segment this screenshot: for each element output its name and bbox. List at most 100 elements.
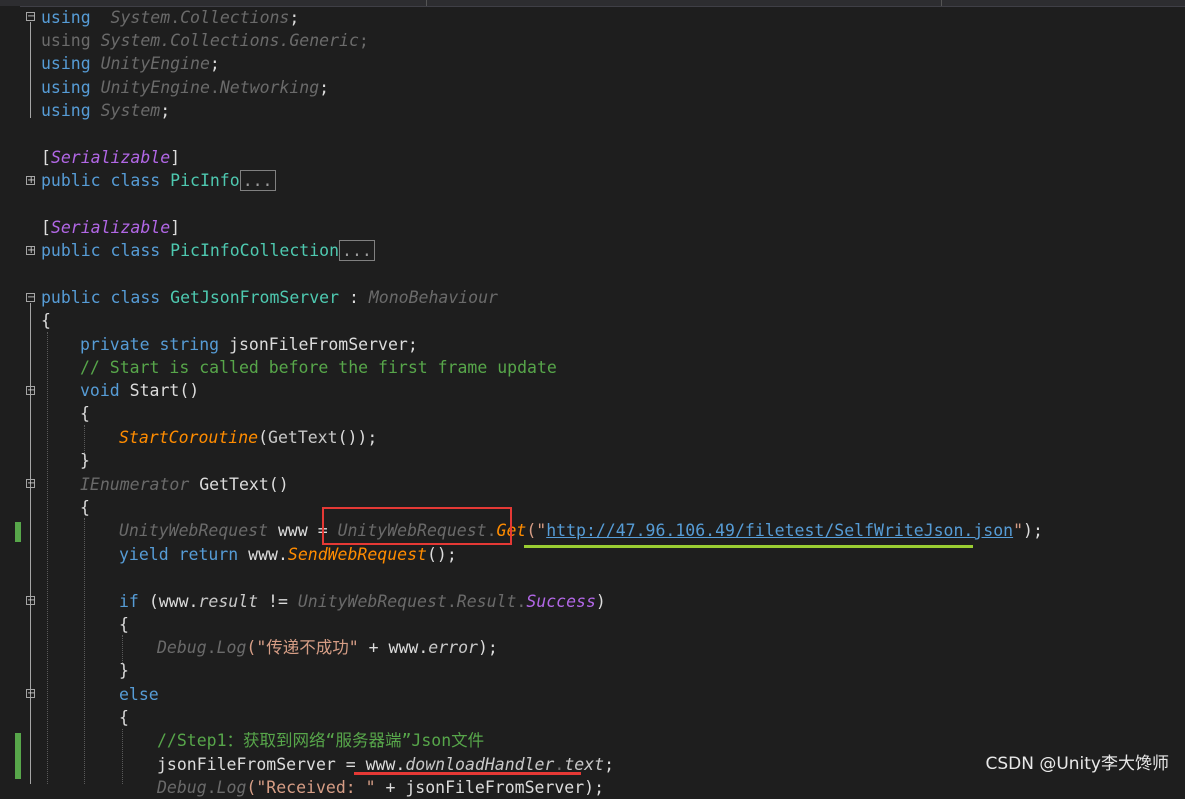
code-token: + www. bbox=[358, 638, 429, 657]
code-line[interactable]: StartCoroutine(GetText()); bbox=[119, 426, 377, 449]
code-token: UnityEngine bbox=[100, 54, 210, 73]
code-line[interactable]: { bbox=[80, 496, 90, 519]
code-token: GetText bbox=[268, 428, 338, 447]
code-token: Serializable bbox=[50, 148, 171, 167]
code-token: public class bbox=[41, 241, 171, 260]
code-token: ; bbox=[604, 755, 614, 774]
code-token: UnityWebRequest bbox=[297, 592, 447, 611]
code-line[interactable]: public class PicInfoCollection... bbox=[41, 239, 375, 262]
fold-guide bbox=[30, 22, 31, 118]
indent-guide bbox=[47, 332, 48, 784]
indent-guide bbox=[84, 518, 85, 784]
code-line[interactable]: public class GetJsonFromServer : MonoBeh… bbox=[41, 286, 498, 309]
code-token: ; bbox=[358, 31, 369, 50]
code-line[interactable]: using System.Collections.Generic; bbox=[41, 29, 369, 52]
code-line[interactable]: [Serializable] bbox=[41, 146, 180, 169]
code-line[interactable]: } bbox=[119, 659, 129, 682]
code-line[interactable]: { bbox=[41, 309, 51, 332]
code-token: : bbox=[339, 288, 369, 307]
editor-gutter bbox=[0, 6, 20, 784]
code-token: Serializable bbox=[50, 218, 171, 237]
code-token: www. bbox=[248, 545, 288, 564]
code-token: != bbox=[258, 592, 298, 611]
code-line[interactable]: public class PicInfo... bbox=[41, 169, 276, 192]
download-handler-underline bbox=[354, 772, 581, 775]
expand-icon[interactable]: + bbox=[26, 246, 35, 256]
code-token: private string bbox=[80, 335, 230, 354]
url-underline bbox=[524, 545, 973, 548]
code-token: ); bbox=[477, 638, 498, 657]
collapse-icon[interactable]: − bbox=[26, 293, 35, 303]
code-token: (www. bbox=[148, 592, 199, 611]
code-token: + jsonFileFromServer); bbox=[375, 778, 605, 797]
code-token: if bbox=[119, 592, 149, 611]
expand-icon[interactable]: + bbox=[26, 176, 35, 186]
code-line[interactable]: } bbox=[80, 449, 90, 472]
code-token: Log bbox=[216, 638, 247, 657]
code-token: System bbox=[100, 101, 161, 120]
code-line[interactable]: { bbox=[119, 613, 129, 636]
nav-dropdown-member[interactable] bbox=[942, 0, 1185, 6]
code-line[interactable]: { bbox=[80, 402, 90, 425]
code-line[interactable]: Debug.Log("Received: " + jsonFileFromSer… bbox=[157, 776, 604, 799]
code-line[interactable]: using System; bbox=[41, 99, 170, 122]
watermark: CSDN @Unity李大馋师 bbox=[985, 754, 1169, 774]
code-line[interactable]: Debug.Log("传递不成功" + www.error); bbox=[157, 636, 498, 659]
code-token: PicInfo bbox=[170, 171, 240, 190]
code-token: { bbox=[119, 615, 129, 634]
code-token: GetText() bbox=[199, 475, 289, 494]
fold-guide bbox=[30, 303, 31, 784]
code-token: Log bbox=[216, 778, 247, 797]
code-token: SendWebRequest bbox=[287, 545, 427, 564]
code-line[interactable]: if (www.result != UnityWebRequest.Result… bbox=[119, 590, 606, 613]
collapse-icon[interactable]: − bbox=[26, 596, 35, 606]
code-token: ); bbox=[1023, 521, 1043, 540]
code-line[interactable]: else bbox=[119, 683, 159, 706]
code-token: ; bbox=[209, 54, 220, 73]
indent-guide bbox=[122, 729, 123, 784]
code-token: ] bbox=[170, 218, 181, 237]
code-token: public class bbox=[41, 288, 171, 307]
code-token: . bbox=[209, 78, 220, 97]
code-line[interactable]: void Start() bbox=[80, 379, 199, 402]
code-line[interactable]: using UnityEngine.Networking; bbox=[41, 76, 329, 99]
code-token: MonoBehaviour bbox=[368, 288, 498, 307]
code-token: Success bbox=[526, 592, 596, 611]
code-token: jsonFileFromServer; bbox=[229, 335, 418, 354]
code-line[interactable]: // Start is called before the first fram… bbox=[80, 356, 557, 379]
collapse-icon[interactable]: − bbox=[26, 689, 35, 699]
code-token: } bbox=[80, 451, 90, 470]
code-token: http://47.96.106.49/filetest/SelfWriteJs… bbox=[546, 521, 1014, 540]
code-line[interactable]: { bbox=[119, 706, 129, 729]
code-line[interactable]: private string jsonFileFromServer; bbox=[80, 333, 418, 356]
code-token: Start() bbox=[129, 381, 200, 400]
code-line[interactable]: using UnityEngine; bbox=[41, 52, 220, 75]
code-token: error bbox=[428, 638, 478, 657]
nav-dropdown-type[interactable] bbox=[427, 0, 942, 6]
code-token: Debug bbox=[157, 638, 207, 657]
code-token: (" bbox=[526, 521, 547, 540]
collapse-icon[interactable]: − bbox=[26, 386, 35, 396]
code-token: . bbox=[446, 592, 457, 611]
code-token: StartCoroutine bbox=[119, 428, 259, 447]
code-token: else bbox=[119, 685, 159, 704]
code-token: ; bbox=[160, 101, 171, 120]
code-line[interactable]: UnityWebRequest www = UnityWebRequest.Ge… bbox=[119, 519, 1043, 542]
code-token: ("Received: " bbox=[246, 778, 376, 797]
code-token: Networking bbox=[219, 78, 320, 97]
code-token: . bbox=[206, 638, 217, 657]
code-token: using bbox=[41, 54, 101, 73]
change-marker bbox=[15, 733, 21, 779]
code-token: GetJsonFromServer bbox=[170, 288, 340, 307]
code-line[interactable]: [Serializable] bbox=[41, 216, 180, 239]
collapse-icon[interactable]: − bbox=[26, 12, 35, 22]
collapse-icon[interactable]: − bbox=[26, 479, 35, 489]
code-token: UnityWebRequest bbox=[119, 521, 278, 540]
code-token: IEnumerator bbox=[80, 475, 200, 494]
code-line[interactable]: //Step1：获取到网络“服务器端”Json文件 bbox=[157, 729, 484, 752]
code-line[interactable]: using System.Collections; bbox=[41, 6, 309, 29]
code-token: UnityEngine bbox=[100, 78, 210, 97]
code-line[interactable]: IEnumerator GetText() bbox=[80, 473, 289, 496]
code-line[interactable]: yield return www.SendWebRequest(); bbox=[119, 543, 457, 566]
